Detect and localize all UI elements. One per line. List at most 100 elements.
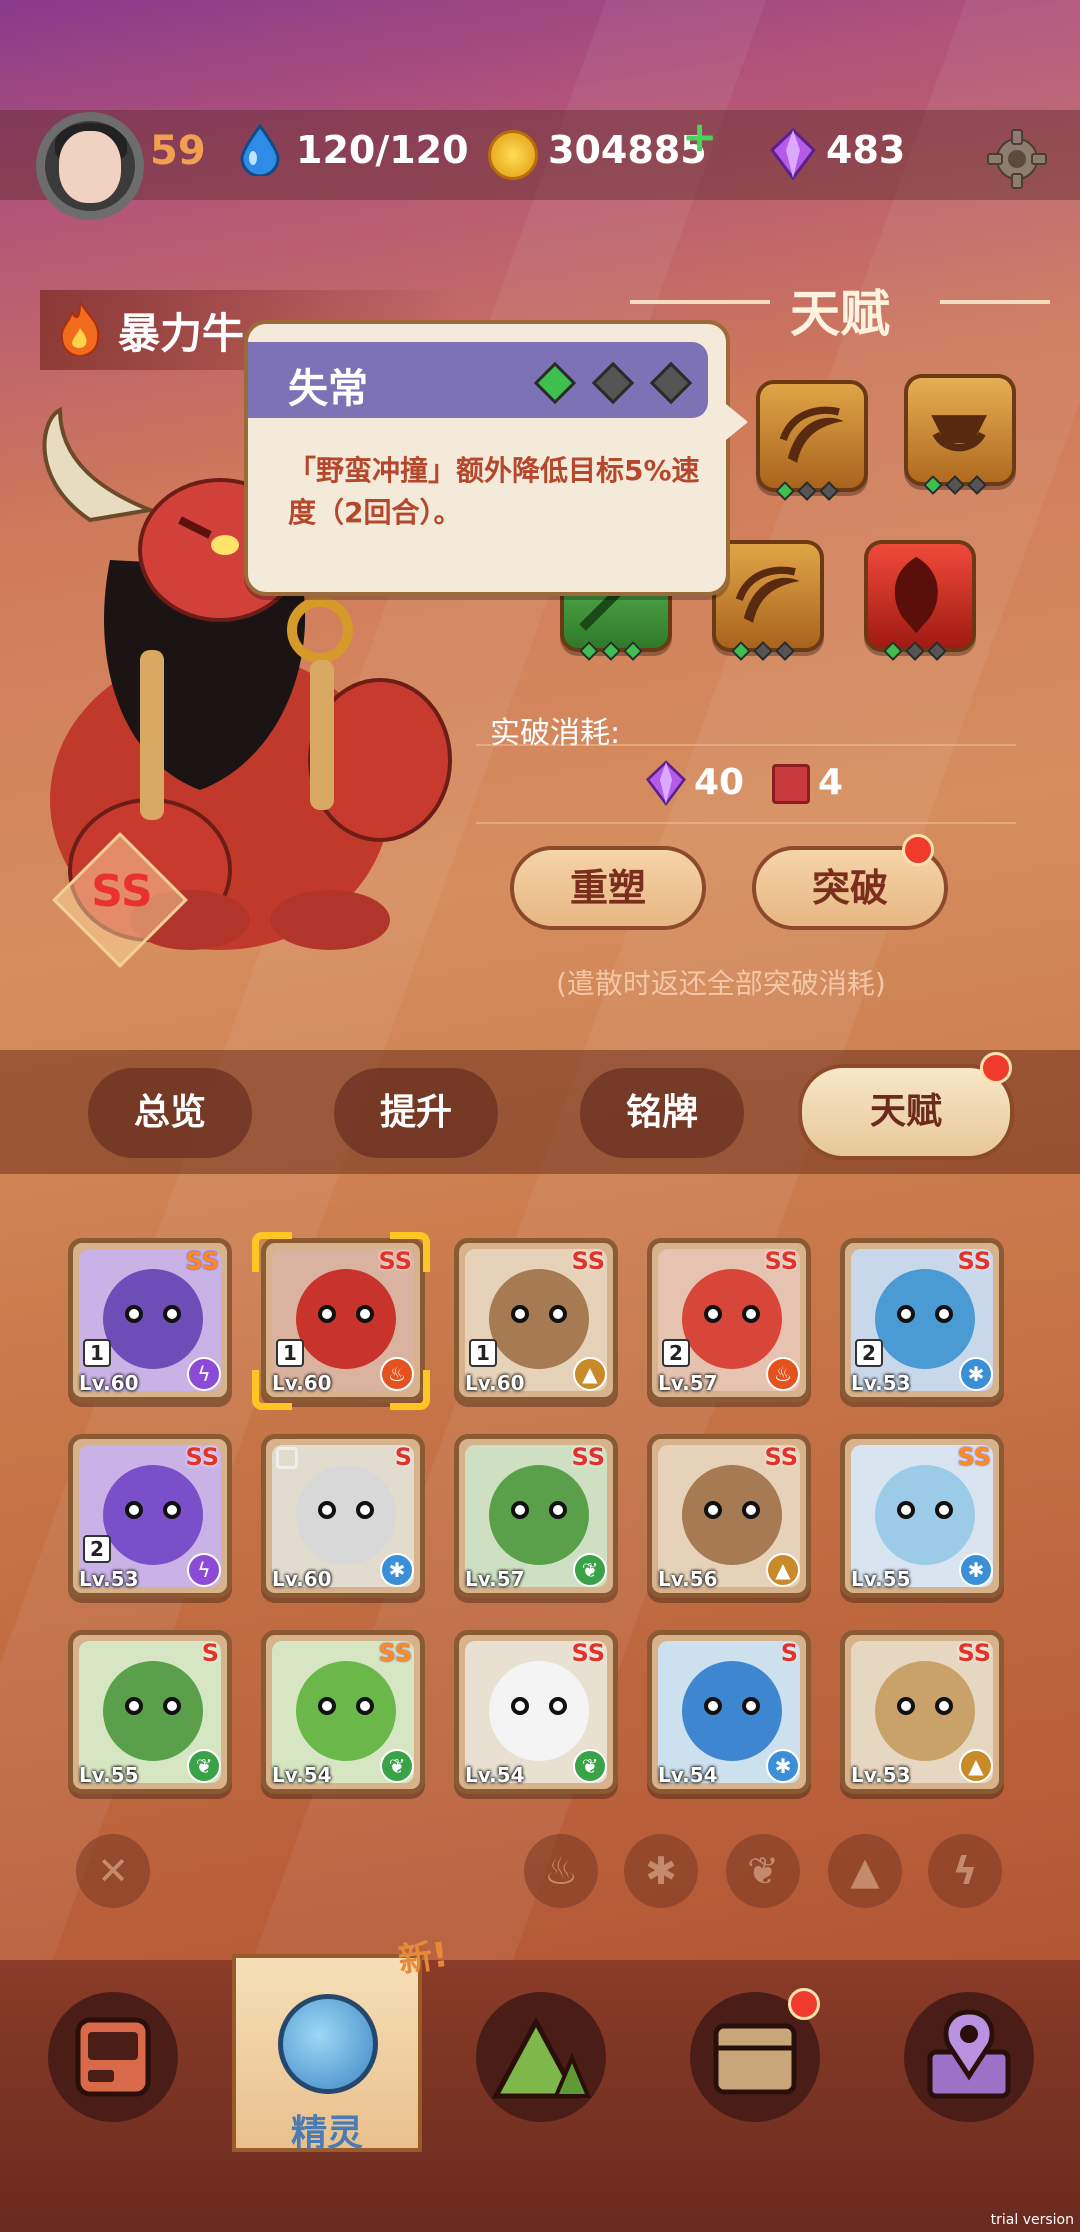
water-drop-icon	[240, 124, 280, 176]
card-level: Lv.60	[79, 1371, 139, 1395]
portrait-eye	[356, 1501, 374, 1519]
monster-portrait	[875, 1269, 975, 1369]
monster-name: 暴力牛	[118, 309, 245, 358]
lock-icon	[276, 1447, 298, 1469]
snowflake-icon: ✱	[645, 1849, 677, 1893]
title-ornament-right	[940, 300, 1050, 304]
claw-icon	[735, 566, 800, 623]
card-level: Lv.54	[658, 1763, 718, 1787]
selection-corner	[252, 1370, 292, 1410]
monster-card[interactable]: S Lv.55 ❦	[68, 1630, 232, 1794]
monster-card[interactable]: SS Lv.57 ❦	[454, 1434, 618, 1598]
monster-card[interactable]: SS Lv.55 ✱	[840, 1434, 1004, 1598]
monster-portrait	[103, 1465, 203, 1565]
tab-talent[interactable]: 天赋	[798, 1064, 1014, 1160]
leaf-icon: ❦	[573, 1553, 607, 1587]
portrait-eye	[549, 1697, 567, 1715]
card-rank: SS	[571, 1443, 606, 1471]
card-level: Lv.53	[79, 1567, 139, 1591]
monster-card[interactable]: SS Lv.56 ▲	[647, 1434, 811, 1598]
player-level: 59	[150, 128, 206, 174]
filter-lightning-button[interactable]: ϟ	[928, 1834, 1002, 1908]
monster-portrait	[296, 1465, 396, 1565]
portrait-eye	[704, 1501, 722, 1519]
portrait-eye	[125, 1305, 143, 1323]
monster-card[interactable]: SS 1 Lv.60 ▲	[454, 1238, 618, 1402]
talent-tooltip: 失常 「野蛮冲撞」额外降低目标5%速度（2回合）。	[244, 320, 748, 596]
monster-portrait	[296, 1661, 396, 1761]
player-avatar[interactable]	[36, 112, 144, 220]
nav-battle-button[interactable]	[48, 1992, 178, 2122]
monster-card[interactable]: S Lv.54 ✱	[647, 1630, 811, 1794]
monster-card[interactable]: SS Lv.53 ▲	[840, 1630, 1004, 1794]
clear-filter-button[interactable]: ✕	[76, 1834, 150, 1908]
card-rank: SS	[957, 1247, 992, 1275]
portrait-eye	[935, 1501, 953, 1519]
talent-slot[interactable]	[756, 380, 868, 501]
monster-card[interactable]: SS Lv.54 ❦	[261, 1630, 425, 1794]
filter-leaf-button[interactable]: ❦	[726, 1834, 800, 1908]
monster-portrait	[103, 1661, 203, 1761]
card-rank: SS	[957, 1443, 992, 1471]
talent-slot[interactable]	[864, 540, 976, 661]
card-count-badge: 1	[83, 1339, 111, 1367]
nav-map-button[interactable]	[904, 1992, 1034, 2122]
monster-card[interactable]: SS 2 Lv.53 ✱	[840, 1238, 1004, 1402]
card-level: Lv.60	[465, 1371, 525, 1395]
add-coins-button[interactable]: +	[682, 112, 717, 161]
talent-slot[interactable]	[904, 374, 1016, 495]
monster-card[interactable]: SS Lv.54 ❦	[454, 1630, 618, 1794]
nav-spirit-button[interactable]: 精灵	[232, 1954, 422, 2154]
monster-card[interactable]: S Lv.60 ✱	[261, 1434, 425, 1598]
title-ornament-left	[630, 300, 770, 304]
portrait-eye	[897, 1305, 915, 1323]
monster-card[interactable]: SS 1 Lv.60 ϟ	[68, 1238, 232, 1402]
tooltip-arrow	[726, 404, 748, 440]
cup-icon	[931, 415, 987, 452]
filter-earth-button[interactable]: ▲	[828, 1834, 902, 1908]
dismiss-refund-note: (遣散时返还全部突破消耗)	[556, 967, 886, 1000]
spirit-orb-icon	[278, 1994, 378, 2094]
nav-adventure-button[interactable]	[476, 1992, 606, 2122]
card-level: Lv.53	[851, 1371, 911, 1395]
selection-corner	[252, 1232, 292, 1272]
card-rank: S	[201, 1639, 219, 1667]
blood-drop-icon	[894, 557, 938, 634]
monster-portrait	[489, 1661, 589, 1761]
portrait-eye	[897, 1697, 915, 1715]
map-pin-icon	[927, 2009, 1011, 2099]
portrait-eye	[897, 1501, 915, 1519]
portrait-eye	[742, 1697, 760, 1715]
tab-nameplate[interactable]: 铭牌	[580, 1068, 744, 1158]
leaf-icon: ❦	[573, 1749, 607, 1783]
fire-icon: ♨	[543, 1849, 579, 1893]
leaf-icon: ❦	[380, 1749, 414, 1783]
card-level: Lv.53	[851, 1763, 911, 1787]
new-tag: 新!	[395, 1934, 451, 1982]
notification-dot	[788, 1988, 820, 2020]
filter-ice-button[interactable]: ✱	[624, 1834, 698, 1908]
card-rank: SS	[764, 1443, 799, 1471]
portrait-eye	[356, 1697, 374, 1715]
tooltip-title: 失常	[288, 366, 368, 412]
portrait-eye	[163, 1697, 181, 1715]
reshape-button[interactable]: 重塑	[510, 846, 706, 930]
snowflake-icon: ✱	[959, 1553, 993, 1587]
claw-icon	[779, 406, 844, 463]
tab-upgrade[interactable]: 提升	[334, 1068, 498, 1158]
earth-icon: ▲	[573, 1357, 607, 1391]
monster-portrait	[875, 1661, 975, 1761]
monster-card[interactable]: SS 2 Lv.53 ϟ	[68, 1434, 232, 1598]
monster-portrait	[296, 1269, 396, 1369]
monster-card[interactable]: SS 2 Lv.57 ♨	[647, 1238, 811, 1402]
portrait-eye	[935, 1697, 953, 1715]
divider	[476, 822, 1016, 824]
filter-fire-button[interactable]: ♨	[524, 1834, 598, 1908]
selection-corner	[390, 1370, 430, 1410]
card-rank: S	[394, 1443, 412, 1471]
divider	[476, 744, 1016, 746]
tab-overview[interactable]: 总览	[88, 1068, 252, 1158]
card-rank: SS	[571, 1639, 606, 1667]
settings-gear-icon[interactable]	[986, 128, 1048, 190]
fire-element-icon	[60, 300, 100, 356]
